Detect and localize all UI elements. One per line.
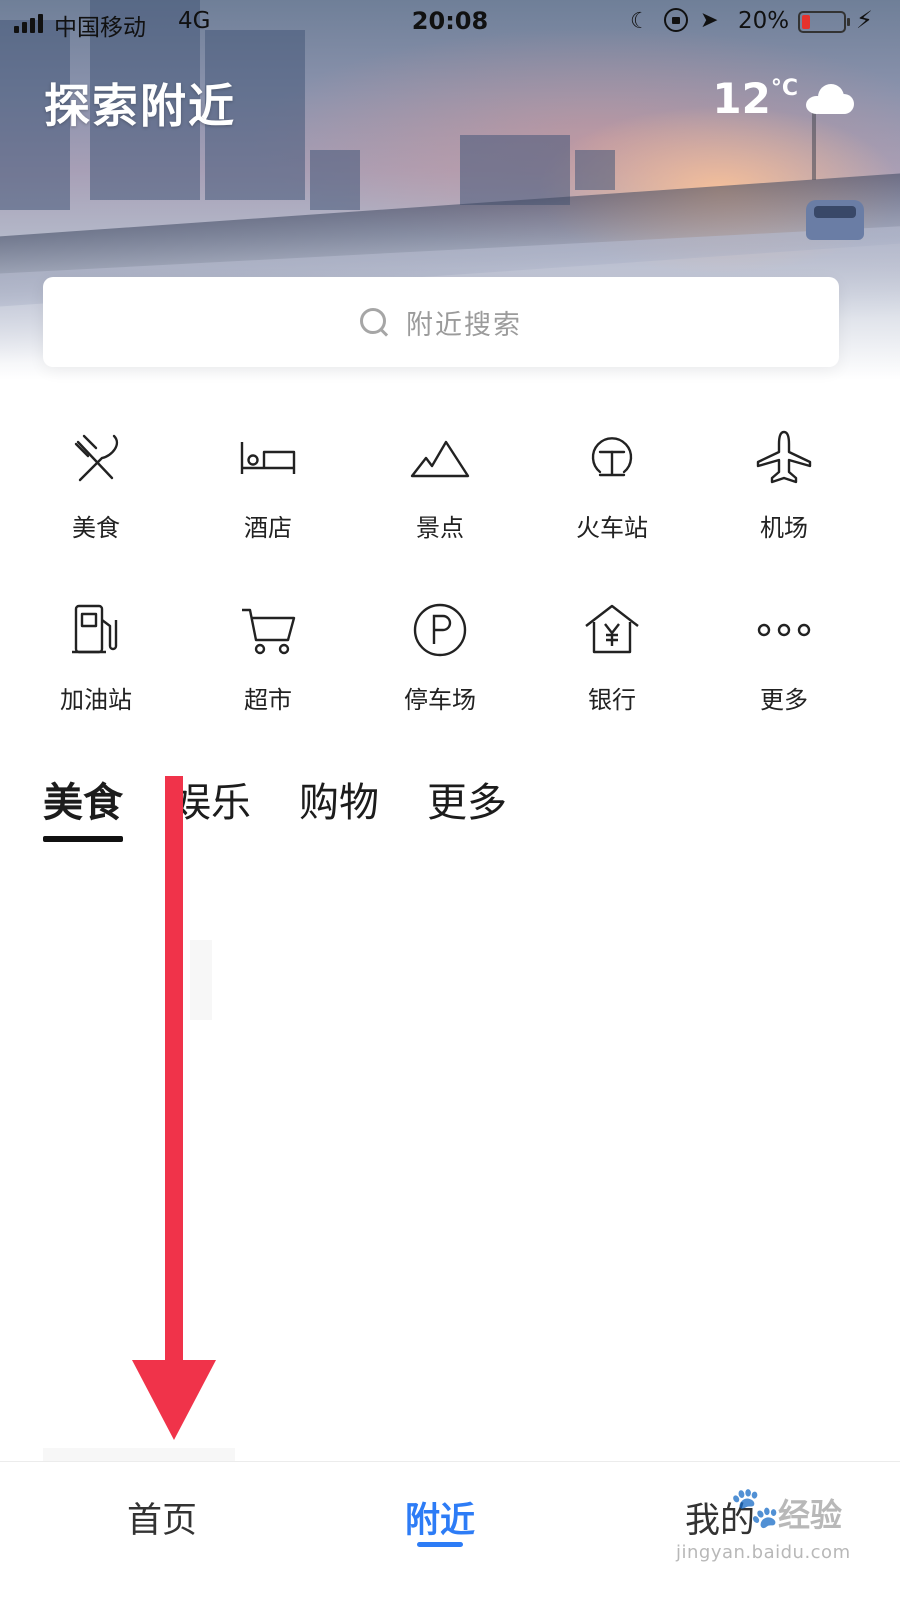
category-label: 美食 xyxy=(72,514,120,542)
utensils-icon xyxy=(74,434,119,482)
nav-nearby[interactable]: 附近 xyxy=(340,1492,540,1547)
temperature: 12 xyxy=(712,74,771,123)
airplane-icon xyxy=(756,430,812,484)
content-placeholder xyxy=(190,940,212,1020)
search-input[interactable]: 附近搜索 xyxy=(43,277,839,367)
content-placeholder xyxy=(43,1448,235,1462)
charging-icon: ⚡ xyxy=(856,6,873,34)
content-tabs: 美食 娱乐 购物 更多 xyxy=(43,770,555,842)
parking-icon xyxy=(413,603,467,657)
battery-icon xyxy=(798,11,850,33)
category-label: 酒店 xyxy=(244,514,292,542)
active-indicator xyxy=(417,1542,463,1547)
temperature-unit: °C xyxy=(770,76,798,101)
category-gas-station[interactable]: 加油站 xyxy=(10,592,182,764)
category-more[interactable]: 更多 xyxy=(698,592,870,764)
category-attraction[interactable]: 景点 xyxy=(354,420,526,592)
nav-home[interactable]: 首页 xyxy=(62,1492,262,1543)
category-grid: 美食 酒店 景点 火车站 机场 加油站 超市 停车场 银行 更多 xyxy=(10,420,890,764)
mountain-icon xyxy=(410,440,470,478)
do-not-disturb-icon: ☾ xyxy=(630,9,650,34)
nav-label: 附近 xyxy=(404,1501,475,1541)
watermark-url: jingyan.baidu.com xyxy=(676,1542,851,1563)
tab-more[interactable]: 更多 xyxy=(427,770,507,828)
category-label: 火车站 xyxy=(576,514,648,542)
train-station-icon xyxy=(591,437,633,477)
category-label: 停车场 xyxy=(404,686,476,714)
category-hotel[interactable]: 酒店 xyxy=(182,420,354,592)
shopping-cart-icon xyxy=(242,608,296,655)
category-train-station[interactable]: 火车站 xyxy=(526,420,698,592)
tab-food[interactable]: 美食 xyxy=(43,770,123,842)
weather-widget[interactable]: 12 °C xyxy=(712,74,854,123)
page-title: 探索附近 xyxy=(44,79,236,133)
rotation-lock-icon xyxy=(664,8,688,32)
bed-icon xyxy=(240,442,296,474)
location-arrow-icon: ➤ xyxy=(700,8,719,33)
tab-shopping[interactable]: 购物 xyxy=(299,770,379,828)
status-bar: 中国移动 4G 20:08 ☾ ➤ 20% ⚡ xyxy=(0,0,900,44)
more-dots-icon xyxy=(757,623,811,637)
category-label: 景点 xyxy=(416,514,464,542)
category-food[interactable]: 美食 xyxy=(10,420,182,592)
search-placeholder: 附近搜索 xyxy=(406,309,522,341)
search-icon xyxy=(360,308,388,336)
cloud-icon xyxy=(806,84,854,114)
category-label: 机场 xyxy=(760,514,808,542)
bank-icon xyxy=(585,604,639,654)
category-bank[interactable]: 银行 xyxy=(526,592,698,764)
watermark-text: 经验 xyxy=(778,1496,843,1534)
annotation-arrow xyxy=(165,776,183,1376)
annotation-arrow-head xyxy=(132,1360,216,1440)
battery-percent: 20% xyxy=(738,8,790,34)
category-supermarket[interactable]: 超市 xyxy=(182,592,354,764)
tab-entertainment[interactable]: 娱乐 xyxy=(171,770,251,828)
category-label: 超市 xyxy=(244,686,292,714)
watermark: 🐾 经验 jingyan.baidu.com xyxy=(676,1470,876,1580)
category-label: 加油站 xyxy=(60,686,132,714)
car-image xyxy=(806,200,864,240)
category-label: 更多 xyxy=(760,686,808,714)
category-parking[interactable]: 停车场 xyxy=(354,592,526,764)
fuel-pump-icon xyxy=(72,604,118,654)
category-label: 银行 xyxy=(588,686,636,714)
nav-label: 首页 xyxy=(126,1501,197,1541)
paw-icon: 🐾 xyxy=(730,1485,780,1531)
category-airport[interactable]: 机场 xyxy=(698,420,870,592)
